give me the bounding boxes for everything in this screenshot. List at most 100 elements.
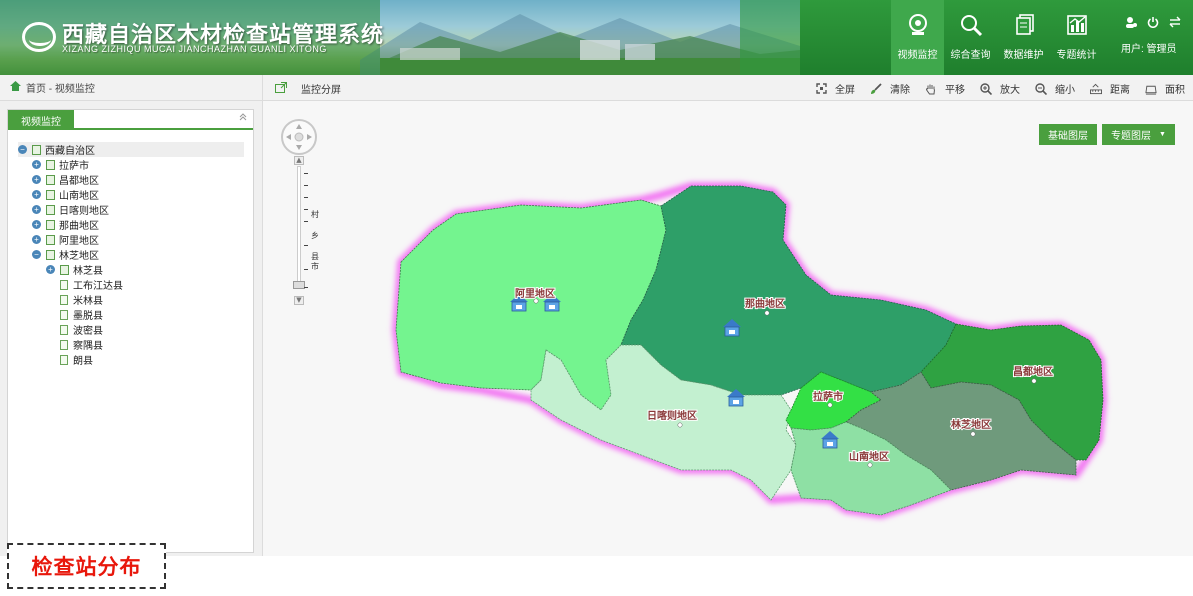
tree-node-label: 工布江达县 — [73, 281, 123, 292]
area-button[interactable]: 面积 — [1145, 81, 1185, 96]
expand-toggle-icon[interactable]: + — [32, 235, 41, 244]
folder-icon — [46, 204, 55, 215]
tree-panel: 视频监控 − 西藏自治区 + 拉萨市 + 昌都地区 + 山南地区 + 日喀则地区 + 那曲地区 + 阿里地… — [7, 109, 254, 553]
brush-icon — [870, 82, 882, 95]
tree-node[interactable]: + 拉萨市 — [18, 157, 244, 172]
nav-label: 数据维护 — [1003, 50, 1044, 61]
tree-node-label: 那曲地区 — [59, 221, 99, 232]
power-icon[interactable] — [1147, 16, 1159, 31]
distance-button[interactable]: 距离 — [1090, 81, 1130, 96]
region-label-linzhi: 林芝地区 — [951, 418, 991, 431]
zoom-label-township[interactable]: 乡 — [311, 230, 319, 241]
tree-node[interactable]: + 林芝县 — [18, 262, 244, 277]
expand-toggle-icon[interactable]: + — [32, 175, 41, 184]
nav-video-monitor[interactable]: 视频监控 — [891, 0, 944, 75]
collapse-toggle-icon[interactable]: − — [18, 145, 27, 154]
tree-node[interactable]: − 西藏自治区 — [18, 142, 244, 157]
base-layer-button[interactable]: 基础图层 — [1039, 124, 1097, 145]
tree-node[interactable]: − 林芝地区 — [18, 247, 244, 262]
nav-statistics[interactable]: 专题统计 — [1050, 0, 1103, 75]
tree-node-label: 阿里地区 — [59, 236, 99, 247]
document-icon — [60, 294, 68, 305]
breadcrumb: 首页 - 视频监控 — [0, 75, 262, 101]
region-tree: − 西藏自治区 + 拉萨市 + 昌都地区 + 山南地区 + 日喀则地区 + 那曲地区 + 阿里地区 − 林芝地… — [18, 142, 244, 367]
zoom-label-village[interactable]: 村 — [311, 209, 319, 220]
left-panel: 视频监控 − 西藏自治区 + 拉萨市 + 昌都地区 + 山南地区 + 日喀则地区 + 那曲地区 + 阿里地… — [0, 101, 262, 556]
panel-tab[interactable]: 视频监控 — [8, 110, 74, 130]
tree-node[interactable]: + 日喀则地区 — [18, 202, 244, 217]
region-point — [827, 402, 833, 408]
expand-toggle-icon[interactable]: + — [46, 265, 55, 274]
map-area[interactable]: 阿里地区 那曲地区 昌都地区 日喀则地区 拉萨市 林芝地区 山南地区 ▲ ▼ 村… — [262, 101, 1193, 556]
region-point — [867, 462, 873, 468]
zoom-track[interactable] — [297, 166, 301, 286]
region-point — [764, 310, 770, 316]
tree-node[interactable]: 墨脱县 — [18, 307, 244, 322]
zoom-out-button[interactable]: 缩小 — [1035, 81, 1075, 96]
collapse-icon[interactable] — [239, 113, 247, 124]
thematic-layer-label: 专题图层 — [1111, 131, 1151, 142]
tree-node[interactable]: + 山南地区 — [18, 187, 244, 202]
switch-icon[interactable] — [1169, 16, 1181, 31]
zoom-tick — [304, 221, 308, 222]
user-icon[interactable] — [1125, 16, 1137, 31]
user-box: 用户: 管理员 — [1107, 0, 1193, 75]
expand-toggle-icon[interactable]: + — [32, 190, 41, 199]
zoom-slider[interactable]: ▲ ▼ — [293, 156, 305, 306]
region-label-rikaze: 日喀则地区 — [647, 409, 697, 422]
breadcrumb-text[interactable]: 首页 - 视频监控 — [26, 80, 95, 95]
tree-node[interactable]: 朗县 — [18, 352, 244, 367]
hand-icon — [925, 83, 937, 95]
folder-icon — [32, 144, 41, 155]
region-naqu[interactable] — [620, 185, 957, 396]
thematic-layer-button[interactable]: 专题图层 ▼ — [1102, 124, 1175, 145]
region-label-shannan: 山南地区 — [849, 450, 889, 463]
main-nav: 视频监控 综合查询 数据维护 专题统计 — [891, 0, 1103, 75]
split-screen-button[interactable]: 监控分屏 — [275, 81, 341, 96]
tree-node[interactable]: 察隅县 — [18, 337, 244, 352]
document-icon — [60, 279, 68, 290]
tree-node[interactable]: + 那曲地区 — [18, 217, 244, 232]
map-canvas[interactable]: 阿里地区 那曲地区 昌都地区 日喀则地区 拉萨市 林芝地区 山南地区 — [263, 101, 1193, 556]
zoom-label-city[interactable]: 市 — [311, 261, 319, 272]
tool-label: 缩小 — [1055, 85, 1075, 96]
tree-node-label: 日喀则地区 — [59, 206, 109, 217]
tree-node[interactable]: 工布江达县 — [18, 277, 244, 292]
zoom-up-icon[interactable]: ▲ — [294, 156, 304, 165]
folder-icon — [60, 264, 69, 275]
expand-toggle-icon[interactable]: + — [32, 160, 41, 169]
tree-node[interactable]: 米林县 — [18, 292, 244, 307]
expand-toggle-icon[interactable]: + — [32, 220, 41, 229]
nav-label: 视频监控 — [897, 50, 938, 61]
clear-button[interactable]: 清除 — [870, 81, 910, 96]
tree-node-label: 林芝县 — [73, 266, 103, 277]
home-icon[interactable] — [10, 81, 21, 94]
document-icon — [60, 324, 68, 335]
map-tools: 全屏 清除 平移 放大 缩小 距离 面积 — [815, 81, 1185, 96]
folder-icon — [46, 234, 55, 245]
caret-down-icon: ▼ — [1159, 131, 1166, 138]
system-subtitle: XIZANG ZIZHIQU MUCAI JIANCHAZHAN GUANLI … — [62, 44, 327, 54]
tree-node-label: 墨脱县 — [73, 311, 103, 322]
zoom-in-button[interactable]: 放大 — [980, 81, 1020, 96]
app-window: 西藏自治区木材检查站管理系统 XIZANG ZIZHIQU MUCAI JIAN… — [0, 0, 1193, 596]
collapse-toggle-icon[interactable]: − — [32, 250, 41, 259]
region-point — [533, 298, 539, 304]
nav-label: 综合查询 — [950, 50, 991, 61]
nav-query[interactable]: 综合查询 — [944, 0, 997, 75]
tree-node[interactable]: + 阿里地区 — [18, 232, 244, 247]
fullscreen-button[interactable]: 全屏 — [815, 81, 855, 96]
tool-label: 放大 — [1000, 85, 1020, 96]
expand-toggle-icon[interactable]: + — [32, 205, 41, 214]
split-screen-icon — [275, 81, 287, 96]
nav-data-maintenance[interactable]: 数据维护 — [997, 0, 1050, 75]
tree-node[interactable]: + 昌都地区 — [18, 172, 244, 187]
zoom-down-icon[interactable]: ▼ — [294, 296, 304, 305]
user-label: 用户: 管理员 — [1121, 44, 1177, 55]
camera-icon — [905, 12, 931, 38]
folder-icon — [46, 159, 55, 170]
tree-node[interactable]: 波密县 — [18, 322, 244, 337]
pan-button[interactable]: 平移 — [925, 81, 965, 96]
pan-control[interactable] — [281, 119, 317, 155]
nav-label: 专题统计 — [1056, 50, 1097, 61]
